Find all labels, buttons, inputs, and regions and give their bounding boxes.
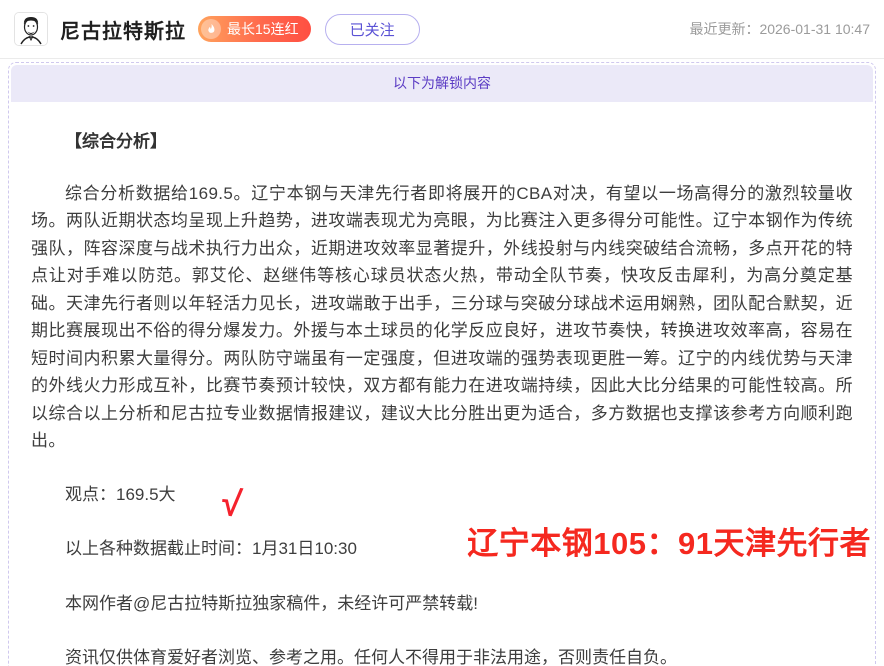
unlock-banner: 以下为解锁内容 bbox=[11, 65, 873, 102]
author-name: 尼古拉特斯拉 bbox=[60, 15, 186, 44]
last-updated-time: 最近更新：2026-01-31 10:47 bbox=[689, 19, 870, 39]
author-avatar[interactable] bbox=[14, 12, 48, 46]
viewpoint-row: 观点：169.5大 √ bbox=[31, 481, 853, 509]
score-highlight: 辽宁本钢105：91天津先行者 bbox=[467, 518, 871, 563]
streak-badge: 最长15连红 bbox=[198, 16, 311, 42]
streak-badge-label: 最长15连红 bbox=[227, 19, 299, 39]
analysis-heading: 【综合分析】 bbox=[31, 128, 853, 156]
copyright-notice: 本网作者@尼古拉特斯拉独家稿件，未经许可严禁转载! bbox=[31, 590, 853, 618]
analysis-paragraph: 综合分析数据给169.5。辽宁本钢与天津先行者即将展开的CBA对决，有望以一场高… bbox=[31, 180, 853, 455]
unlocked-content-box: 以下为解锁内容 【综合分析】 综合分析数据给169.5。辽宁本钢与天津先行者即将… bbox=[8, 62, 876, 666]
red-checkmark-icon: √ bbox=[188, 499, 241, 505]
viewpoint-text: 观点：169.5大 bbox=[65, 485, 176, 504]
author-header: 尼古拉特斯拉 最长15连红 已关注 最近更新：2026-01-31 10:47 bbox=[0, 0, 884, 59]
disclaimer-text: 资讯仅供体育爱好者浏览、参考之用。任何人不得用于非法用途，否则责任自负。 bbox=[31, 644, 853, 666]
tesla-portrait-icon bbox=[15, 13, 47, 45]
flame-icon bbox=[201, 19, 221, 39]
analysis-article: 【综合分析】 综合分析数据给169.5。辽宁本钢与天津先行者即将展开的CBA对决… bbox=[9, 128, 875, 666]
followed-button[interactable]: 已关注 bbox=[325, 14, 420, 45]
